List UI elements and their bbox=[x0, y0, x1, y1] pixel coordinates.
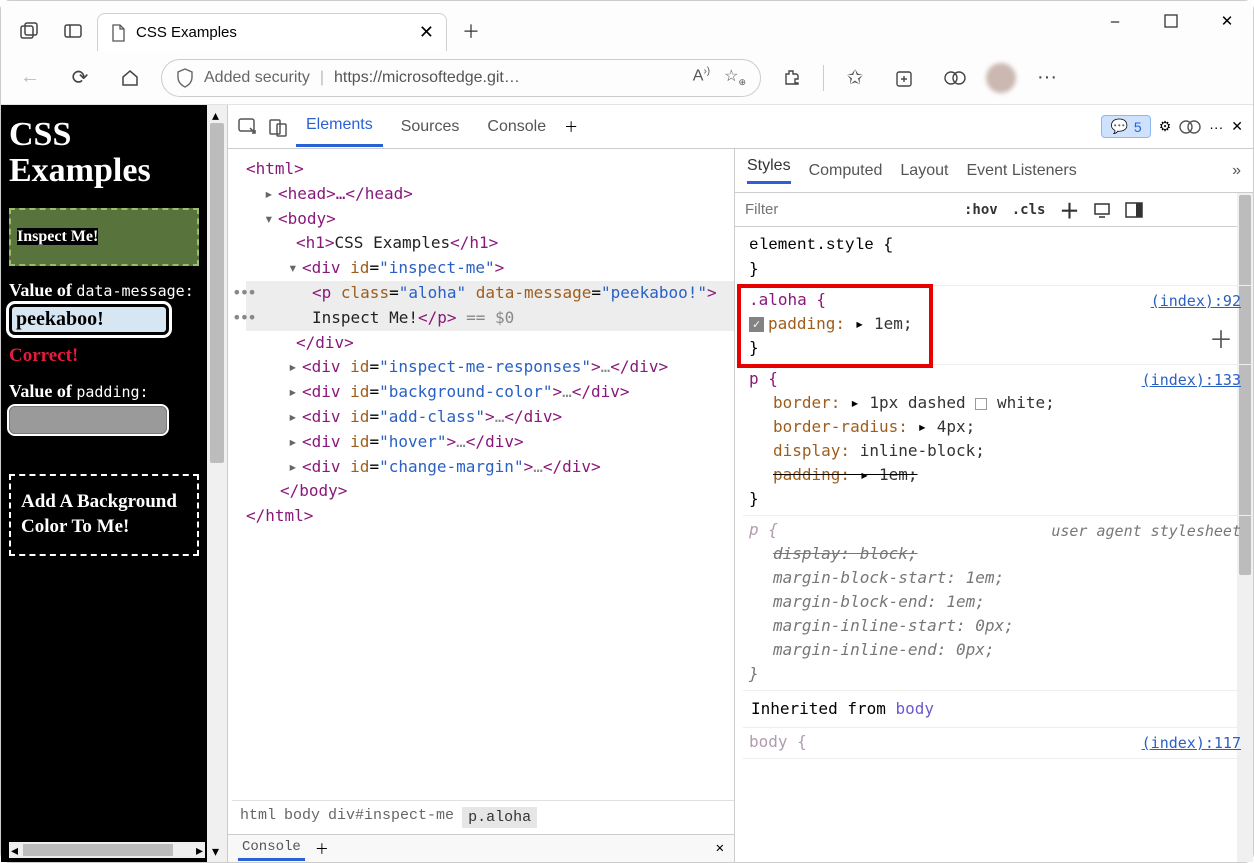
home-button[interactable] bbox=[111, 59, 149, 97]
tab-sources[interactable]: Sources bbox=[391, 108, 470, 146]
panel-icon[interactable] bbox=[1125, 202, 1143, 218]
browser-tab[interactable]: CSS Examples ✕ bbox=[97, 13, 447, 51]
drawer-close-icon[interactable]: ✕ bbox=[716, 840, 724, 857]
rule-body[interactable]: (index):117 body { bbox=[743, 728, 1253, 759]
source-link[interactable]: (index):133 bbox=[1142, 369, 1241, 392]
device-icon[interactable] bbox=[1093, 202, 1111, 218]
styles-filter-input[interactable] bbox=[735, 193, 954, 226]
padding-input[interactable] bbox=[9, 406, 167, 434]
color-swatch[interactable] bbox=[975, 398, 987, 410]
browser-essentials-icon[interactable] bbox=[936, 59, 974, 97]
page-h-scrollbar[interactable]: ◂▸ bbox=[9, 842, 205, 858]
dom-tree[interactable]: <html> ▸<head>…</head> ▾<body> <h1>CSS E… bbox=[228, 149, 734, 862]
page-icon bbox=[110, 24, 126, 42]
checkbox-icon[interactable]: ✓ bbox=[749, 317, 764, 332]
window-minimize[interactable]: – bbox=[1093, 5, 1137, 37]
devtools: Elements Sources Console ＋ 💬5 ⚙ ··· ✕ <h… bbox=[227, 105, 1253, 862]
workspaces-icon[interactable] bbox=[9, 11, 49, 51]
extensions-icon[interactable] bbox=[773, 59, 811, 97]
inherited-from: Inherited from body bbox=[743, 691, 1253, 728]
rule-element-style[interactable]: element.style { } bbox=[743, 231, 1253, 286]
profile-avatar[interactable] bbox=[986, 63, 1016, 93]
window-maximize[interactable] bbox=[1149, 5, 1193, 37]
drawer-add-icon[interactable]: ＋ bbox=[315, 839, 329, 859]
page-scrollbar[interactable]: ▴▾ bbox=[207, 105, 227, 862]
source-link[interactable]: (index):92 bbox=[1151, 290, 1241, 313]
shield-icon bbox=[176, 68, 194, 88]
rule-aloha[interactable]: (index):92 .aloha { ✓padding: ▸ 1em; } ＋ bbox=[743, 286, 1253, 365]
styles-more-icon[interactable]: » bbox=[1232, 162, 1241, 180]
tab-computed[interactable]: Computed bbox=[809, 162, 883, 180]
read-aloud-icon[interactable]: A›) bbox=[693, 66, 710, 88]
devtools-more-icon[interactable]: ··· bbox=[1209, 119, 1223, 135]
styles-pane: Styles Computed Layout Event Listeners »… bbox=[734, 149, 1253, 862]
issues-badge[interactable]: 💬5 bbox=[1101, 115, 1150, 138]
more-tabs-icon[interactable]: ＋ bbox=[564, 117, 578, 137]
security-label: Added security bbox=[204, 69, 310, 87]
devtools-close-icon[interactable]: ✕ bbox=[1231, 118, 1243, 135]
page-content: CSS Examples Inspect Me! Value of data-m… bbox=[1, 105, 207, 862]
label-padding: Value of padding: bbox=[9, 381, 199, 402]
add-property-icon[interactable]: ＋ bbox=[1209, 322, 1233, 358]
feedback-icon[interactable] bbox=[1179, 117, 1201, 137]
tab-styles[interactable]: Styles bbox=[747, 157, 791, 184]
selected-dom-node: <p class="aloha" data-message="peekaboo!… bbox=[246, 281, 734, 306]
devtools-drawer: Console ＋ ✕ bbox=[228, 834, 734, 862]
cls-toggle[interactable]: .cls bbox=[1012, 202, 1046, 218]
favorites-icon[interactable]: ✩ bbox=[836, 59, 874, 97]
settings-icon[interactable]: ⚙ bbox=[1159, 118, 1172, 135]
rule-p-ua[interactable]: user agent stylesheet p { display: block… bbox=[743, 516, 1253, 691]
device-toolbar-icon[interactable] bbox=[268, 117, 288, 137]
hov-toggle[interactable]: :hov bbox=[964, 202, 998, 218]
new-tab-button[interactable]: ＋ bbox=[451, 11, 491, 51]
page-heading: CSS Examples bbox=[9, 117, 199, 188]
favorite-icon[interactable]: ☆⊕ bbox=[724, 66, 746, 88]
tab-layout[interactable]: Layout bbox=[900, 162, 948, 180]
tab-strip: CSS Examples ✕ ＋ bbox=[1, 1, 1253, 51]
tab-console[interactable]: Console bbox=[477, 108, 556, 146]
rule-p[interactable]: (index):133 p { border: ▸ 1px dashed whi… bbox=[743, 365, 1253, 516]
label-data-message: Value of data-message: bbox=[9, 280, 199, 301]
drawer-tab-console[interactable]: Console bbox=[238, 836, 305, 861]
bg-color-box[interactable]: Add A Background Color To Me! bbox=[9, 474, 199, 555]
correct-label: Correct! bbox=[9, 345, 199, 367]
inspect-me-box[interactable]: Inspect Me! bbox=[9, 208, 199, 266]
inspect-element-icon[interactable] bbox=[238, 117, 260, 137]
refresh-button[interactable]: ⟳ bbox=[61, 59, 99, 97]
url-text: https://microsoftedge.git… bbox=[334, 69, 520, 87]
window-controls: – ✕ bbox=[1093, 5, 1249, 37]
tab-actions-icon[interactable] bbox=[53, 11, 93, 51]
address-bar: ← ⟳ Added security | https://microsofted… bbox=[1, 51, 1253, 105]
tab-elements[interactable]: Elements bbox=[296, 106, 383, 147]
breadcrumb[interactable]: html body div#inspect-me p.aloha bbox=[232, 800, 734, 834]
devtools-toolbar: Elements Sources Console ＋ 💬5 ⚙ ··· ✕ bbox=[228, 105, 1253, 149]
new-rule-icon[interactable]: ＋ bbox=[1059, 195, 1079, 224]
tab-event-listeners[interactable]: Event Listeners bbox=[966, 162, 1076, 180]
tab-close-icon[interactable]: ✕ bbox=[419, 22, 434, 43]
more-icon[interactable]: ··· bbox=[1028, 59, 1066, 97]
collections-icon[interactable] bbox=[886, 59, 924, 97]
tab-title: CSS Examples bbox=[136, 24, 237, 41]
back-button[interactable]: ← bbox=[11, 59, 49, 97]
window-close[interactable]: ✕ bbox=[1205, 5, 1249, 37]
data-message-input[interactable] bbox=[9, 304, 169, 335]
source-link[interactable]: (index):117 bbox=[1142, 732, 1241, 755]
url-box[interactable]: Added security | https://microsoftedge.g… bbox=[161, 59, 761, 97]
